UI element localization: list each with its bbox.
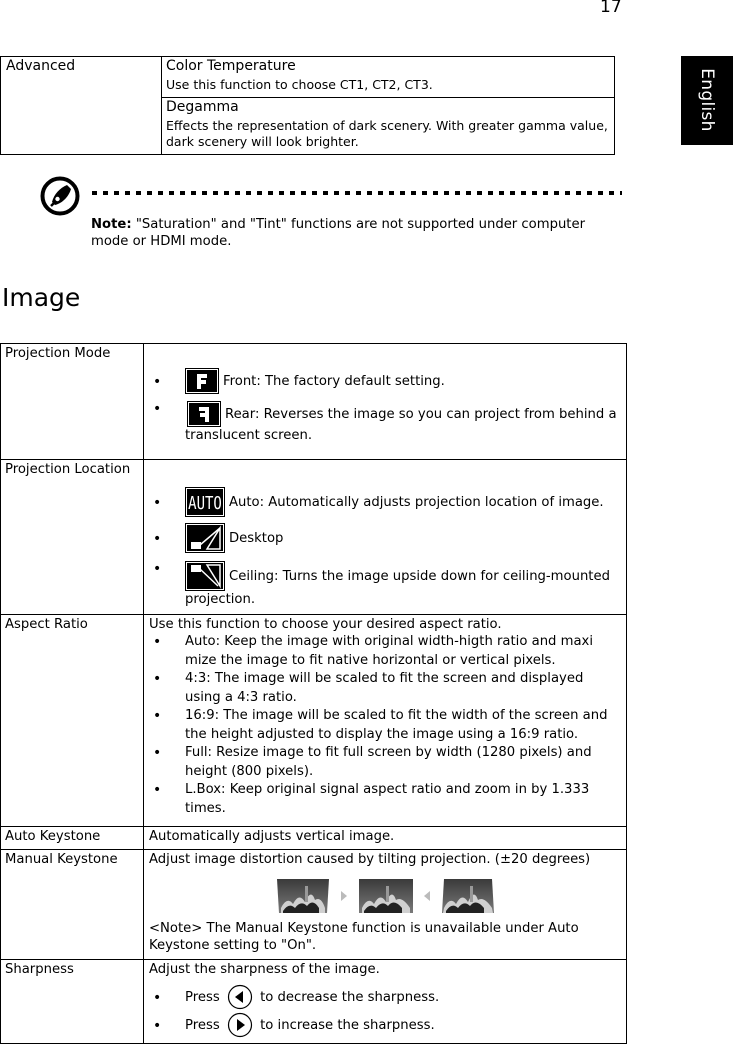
sharpness-cell: Adjust the sharpness of the image. Press… bbox=[143, 959, 627, 1044]
manual-keystone-text: Adjust image distortion caused by tiltin… bbox=[149, 852, 591, 867]
list-item: Press to increase the sharpness. bbox=[149, 1012, 622, 1040]
list-item: Auto: Keep the image with original width… bbox=[149, 633, 622, 670]
auto-keystone-label: Auto Keystone bbox=[0, 826, 144, 850]
auto-location-icon: AUTO bbox=[185, 487, 225, 517]
manual-keystone-note: <Note> The Manual Keystone function is u… bbox=[149, 921, 579, 953]
note-text: Note: "Saturation" and "Tint" functions … bbox=[91, 216, 621, 250]
projection-location-list: AUTO Auto: Automatically adjusts project… bbox=[149, 487, 622, 608]
list-item: Rear: Reverses the image so you can proj… bbox=[149, 401, 622, 444]
color-temperature-cell: Color Temperature Use this function to c… bbox=[161, 56, 615, 98]
table-row: Advanced Color Temperature Use this func… bbox=[0, 56, 615, 155]
desktop-location-icon bbox=[185, 523, 225, 553]
list-item: Full: Resize image to fit full screen by… bbox=[149, 744, 622, 781]
degamma-title: Degamma bbox=[166, 99, 239, 115]
table-row: Aspect Ratio Use this function to choose… bbox=[0, 614, 627, 827]
decrease-sharpness-text: to decrease the sharpness. bbox=[260, 990, 440, 1005]
list-item: 4:3: The image will be scaled to fit the… bbox=[149, 670, 622, 707]
list-item: Ceiling: Turns the image upside down for… bbox=[149, 561, 622, 608]
keystone-wide-top-image bbox=[277, 879, 330, 913]
rear-projection-icon bbox=[187, 401, 221, 427]
table-row: Auto Keystone Automatically adjusts vert… bbox=[0, 826, 627, 850]
language-tab: English bbox=[681, 56, 733, 145]
rear-mode-text: Rear: Reverses the image so you can proj… bbox=[185, 407, 617, 443]
color-temperature-text: Use this function to choose CT1, CT2, CT… bbox=[166, 77, 433, 92]
keystone-wide-bottom-image bbox=[441, 879, 494, 913]
language-tab-label: English bbox=[697, 68, 717, 132]
ceiling-location-text: Ceiling: Turns the image upside down for… bbox=[185, 569, 610, 607]
left-arrow-button-icon bbox=[227, 984, 253, 1010]
advanced-label: Advanced bbox=[0, 56, 162, 155]
press-text: Press bbox=[185, 990, 220, 1005]
note-pen-icon bbox=[40, 176, 80, 216]
table-row: Manual Keystone Adjust image distortion … bbox=[0, 849, 627, 960]
section-title: Image bbox=[2, 283, 81, 312]
color-temperature-title: Color Temperature bbox=[166, 58, 296, 74]
list-item: Press to decrease the sharpness. bbox=[149, 984, 622, 1012]
increase-sharpness-text: to increase the sharpness. bbox=[260, 1018, 435, 1033]
note-label: Note: bbox=[91, 217, 132, 232]
page-number: 17 bbox=[600, 0, 622, 17]
sharpness-text: Adjust the sharpness of the image. bbox=[149, 962, 380, 977]
list-item: L.Box: Keep original signal aspect ratio… bbox=[149, 781, 622, 818]
degamma-text: Effects the representation of dark scene… bbox=[166, 118, 608, 149]
manual-keystone-label: Manual Keystone bbox=[0, 849, 144, 960]
aspect-ratio-label: Aspect Ratio bbox=[0, 614, 144, 827]
auto-keystone-text: Automatically adjusts vertical image. bbox=[143, 826, 627, 850]
list-item: Desktop bbox=[149, 523, 622, 555]
projection-mode-list: Front: The factory default setting. Rear… bbox=[149, 367, 622, 444]
manual-keystone-cell: Adjust image distortion caused by tiltin… bbox=[143, 849, 627, 960]
aspect-ratio-intro: Use this function to choose your desired… bbox=[149, 617, 502, 632]
sharpness-list: Press to decrease the sharpness. Press t… bbox=[149, 984, 622, 1040]
table-row: Projection Mode Front: The factory defau… bbox=[0, 343, 627, 460]
sharpness-label: Sharpness bbox=[0, 959, 144, 1044]
keystone-normal-image bbox=[358, 879, 413, 913]
aspect-ratio-list: Auto: Keep the image with original width… bbox=[149, 633, 622, 818]
right-arrow-button-icon bbox=[227, 1012, 253, 1038]
front-mode-text: Front: The factory default setting. bbox=[223, 374, 445, 389]
advanced-settings-table: Advanced Color Temperature Use this func… bbox=[0, 56, 615, 155]
front-projection-icon bbox=[185, 368, 219, 394]
aspect-ratio-cell: Use this function to choose your desired… bbox=[143, 614, 627, 827]
projection-mode-cell: Front: The factory default setting. Rear… bbox=[143, 343, 627, 460]
keystone-illustration bbox=[149, 878, 622, 914]
press-text: Press bbox=[185, 1018, 220, 1033]
image-settings-table: Projection Mode Front: The factory defau… bbox=[0, 343, 627, 1044]
list-item: Front: The factory default setting. bbox=[149, 367, 622, 397]
note-divider bbox=[92, 191, 622, 195]
right-arrow-icon bbox=[341, 891, 348, 901]
list-item: 16:9: The image will be scaled to fit th… bbox=[149, 707, 622, 744]
auto-location-text: Auto: Automatically adjusts projection l… bbox=[229, 495, 604, 510]
desktop-location-text: Desktop bbox=[229, 531, 284, 546]
projection-mode-label: Projection Mode bbox=[0, 343, 144, 460]
note-body: "Saturation" and "Tint" functions are no… bbox=[91, 217, 586, 249]
left-arrow-icon bbox=[423, 891, 430, 901]
table-row: Sharpness Adjust the sharpness of the im… bbox=[0, 959, 627, 1044]
degamma-cell: Degamma Effects the representation of da… bbox=[161, 97, 615, 155]
ceiling-location-icon bbox=[185, 561, 225, 591]
projection-location-label: Projection Location bbox=[0, 459, 144, 615]
projection-location-cell: AUTO Auto: Automatically adjusts project… bbox=[143, 459, 627, 615]
list-item: AUTO Auto: Automatically adjusts project… bbox=[149, 487, 622, 519]
auto-icon-text: AUTO bbox=[188, 492, 222, 513]
table-row: Projection Location AUTO Auto: Automatic… bbox=[0, 459, 627, 615]
